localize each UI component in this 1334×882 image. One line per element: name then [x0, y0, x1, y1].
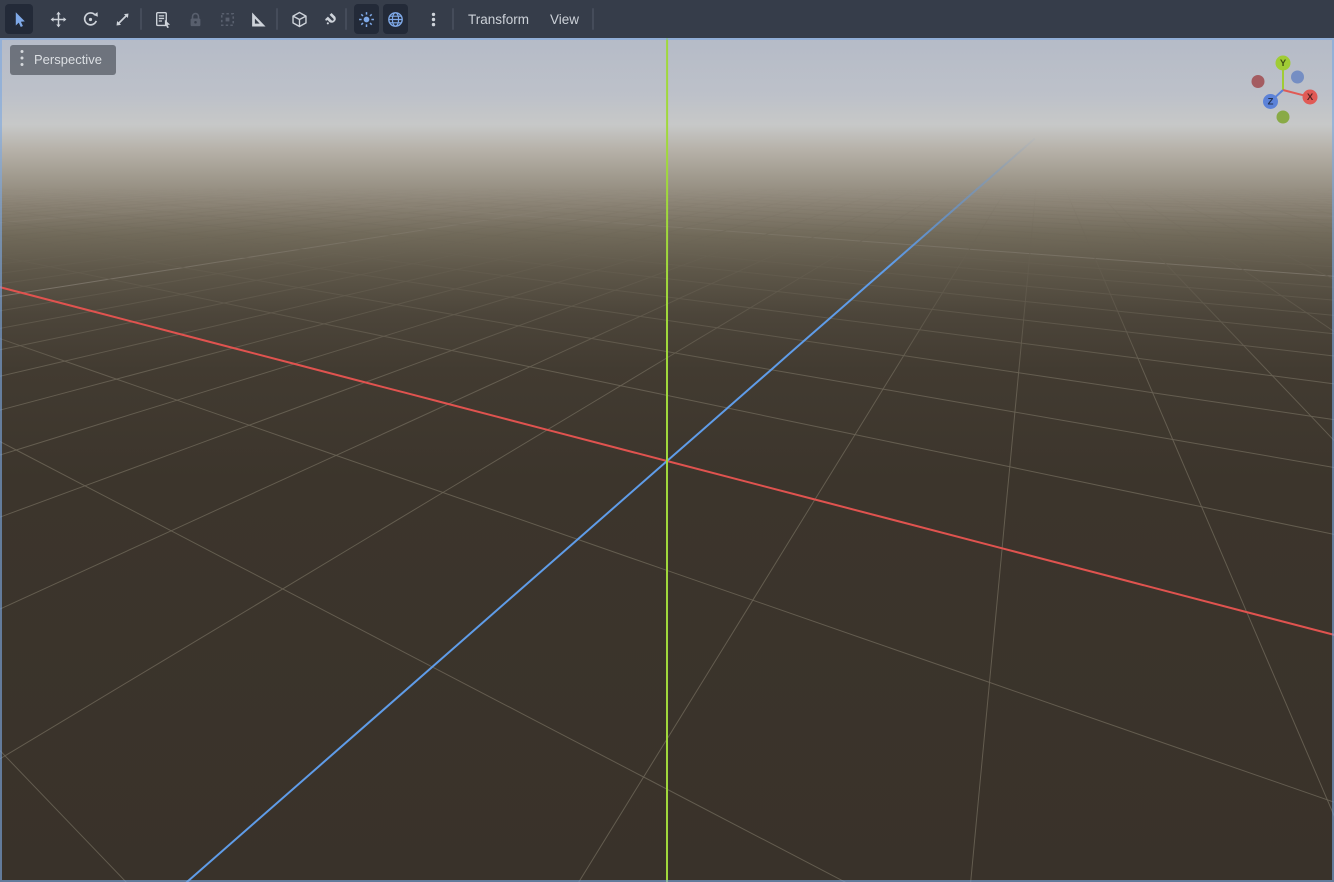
lock-icon: [187, 11, 204, 28]
use-snap-button[interactable]: [318, 4, 346, 34]
gizmo-neg-z-ball[interactable]: [1291, 71, 1304, 84]
ruler-mode-button[interactable]: [244, 4, 272, 34]
group-icon: [219, 11, 236, 28]
view-menu[interactable]: View: [540, 0, 589, 38]
magnet-icon: [324, 11, 341, 28]
gizmo-neg-x-ball[interactable]: [1252, 75, 1265, 88]
world-axis-y: [667, 38, 668, 882]
sun-environment-options-button[interactable]: [419, 4, 447, 34]
rotate-mode-button[interactable]: [76, 4, 104, 34]
group-selected-button[interactable]: [213, 4, 241, 34]
sun-icon: [358, 11, 375, 28]
toolbar-separator: [140, 8, 142, 30]
gizmo-x-label: X: [1307, 92, 1314, 103]
gizmo-y-label: Y: [1280, 58, 1287, 69]
3d-scene[interactable]: Y X Z: [0, 38, 1334, 882]
kebab-icon: [19, 49, 25, 72]
cube-icon: [291, 11, 308, 28]
scale-mode-button[interactable]: [108, 4, 136, 34]
toolbar-separator: [452, 8, 454, 30]
preview-environment-button[interactable]: [383, 4, 408, 34]
list-select-icon: [155, 11, 172, 28]
list-select-button[interactable]: [149, 4, 177, 34]
kebab-icon: [425, 11, 442, 28]
lock-selected-button[interactable]: [181, 4, 209, 34]
viewport-toolbar: Transform View: [0, 0, 1334, 38]
cursor-icon: [11, 11, 28, 28]
scale-icon: [114, 11, 131, 28]
ruler-icon: [250, 11, 267, 28]
gizmo-neg-y-ball[interactable]: [1277, 111, 1290, 124]
rotate-icon: [82, 11, 99, 28]
globe-icon: [387, 11, 404, 28]
toolbar-separator: [345, 8, 347, 30]
perspective-label: Perspective: [34, 45, 102, 75]
gizmo-z-label: Z: [1268, 97, 1274, 108]
3d-viewport[interactable]: Y X Z Perspective: [0, 38, 1334, 882]
transform-menu[interactable]: Transform: [458, 0, 539, 38]
perspective-dropdown[interactable]: Perspective: [10, 45, 116, 75]
toolbar-separator: [276, 8, 278, 30]
preview-sunlight-button[interactable]: [354, 4, 379, 34]
move-icon: [50, 11, 67, 28]
toolbar-separator: [592, 8, 594, 30]
use-local-space-button[interactable]: [285, 4, 313, 34]
select-mode-button[interactable]: [5, 4, 33, 34]
move-mode-button[interactable]: [44, 4, 72, 34]
